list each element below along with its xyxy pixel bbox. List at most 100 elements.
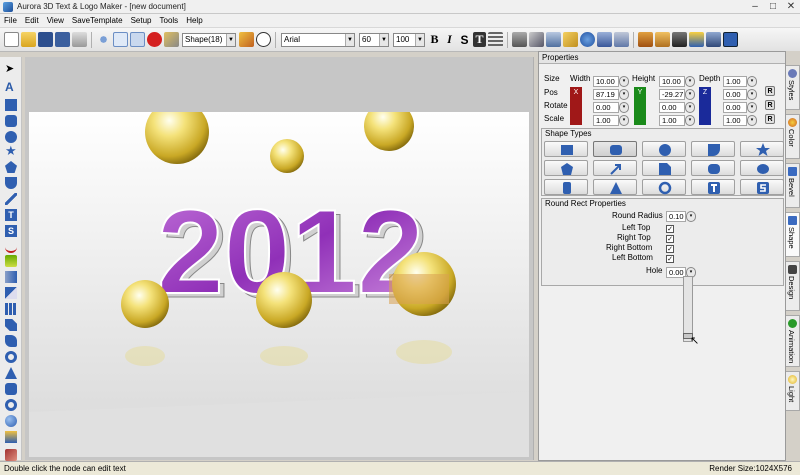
menu-edit[interactable]: Edit [21, 16, 43, 25]
rotate-x-spinner[interactable]: ▾ [619, 102, 629, 113]
group-icon[interactable] [597, 32, 612, 47]
shape-ring-button[interactable] [642, 179, 686, 195]
cone-tool-icon[interactable] [5, 367, 17, 379]
close-button[interactable]: ✕ [782, 0, 800, 14]
right-bottom-checkbox[interactable]: ✓ [666, 245, 674, 253]
pentagon-tool-icon[interactable] [5, 161, 17, 173]
scale-x-input[interactable]: 1.00 [593, 115, 619, 126]
shape-star-button[interactable] [740, 141, 784, 157]
tab-animation[interactable]: Animation [786, 315, 800, 367]
eraser-tool-icon[interactable] [5, 449, 17, 461]
import-model-icon[interactable] [5, 431, 17, 443]
shape-bevel-rect-button[interactable] [691, 160, 735, 176]
scale-z-spinner[interactable]: ▾ [747, 115, 757, 126]
text-outline-icon[interactable] [655, 32, 670, 47]
selected-round-rect[interactable] [389, 274, 449, 304]
menu-savetemplate[interactable]: SaveTemplate [68, 16, 127, 25]
shield-tool-icon[interactable] [5, 177, 17, 189]
menu-view[interactable]: View [43, 16, 68, 25]
menu-help[interactable]: Help [182, 16, 206, 25]
round-rect-tool-icon[interactable] [5, 115, 17, 127]
shape-triangle-button[interactable] [593, 179, 637, 195]
tab-color[interactable]: Color [786, 114, 800, 159]
tab-light[interactable]: Light [786, 371, 800, 411]
shape-select[interactable]: Shape(18) ▼ [182, 32, 236, 47]
shape-cylinder-button[interactable] [544, 179, 588, 195]
mirror-tool-icon[interactable] [5, 271, 17, 283]
left-bottom-checkbox[interactable]: ✓ [666, 255, 674, 263]
copy-object-icon[interactable] [546, 32, 561, 47]
ungroup-icon[interactable] [614, 32, 629, 47]
depth-spinner[interactable]: ▾ [747, 76, 757, 87]
shape-circle-button[interactable] [642, 141, 686, 157]
pos-z-input[interactable]: 0.00 [723, 89, 747, 100]
delete-icon[interactable] [147, 32, 162, 47]
rectangle-tool-icon[interactable] [5, 99, 17, 111]
bevel-tool-icon[interactable] [5, 335, 17, 347]
paste-icon[interactable] [130, 32, 145, 47]
hole-slider[interactable] [683, 276, 693, 342]
font-size-select[interactable]: 60 ▼ [359, 32, 389, 47]
pos-z-spinner[interactable]: ▾ [747, 89, 757, 100]
splitter[interactable] [533, 57, 537, 460]
view-front-icon[interactable] [512, 32, 527, 47]
height-input[interactable]: 10.00 [659, 76, 685, 87]
text-s-tool-icon[interactable]: S [5, 225, 17, 237]
extrude-tool-icon[interactable] [5, 319, 17, 331]
new-document-icon[interactable] [4, 32, 19, 47]
camera-icon[interactable] [529, 32, 544, 47]
scale-z-input[interactable]: 1.00 [723, 115, 747, 126]
gold-sphere[interactable] [270, 139, 304, 173]
rotate-y-spinner[interactable]: ▾ [685, 102, 695, 113]
depth-input[interactable]: 1.00 [723, 76, 747, 87]
text-3d-icon[interactable] [672, 32, 687, 47]
right-top-checkbox[interactable]: ✓ [666, 235, 674, 243]
cylinder-tool-icon[interactable] [5, 383, 17, 395]
gold-sphere[interactable] [121, 280, 169, 328]
save-as-icon[interactable] [55, 32, 70, 47]
pos-y-input[interactable]: -29.27 [659, 89, 685, 100]
save-icon[interactable] [38, 32, 53, 47]
image-tool-icon[interactable] [5, 255, 17, 267]
pencil-icon[interactable] [239, 32, 254, 47]
tab-styles[interactable]: Styles [786, 65, 800, 110]
render-icon[interactable] [706, 32, 721, 47]
select-pointer-icon[interactable]: ➤ [5, 63, 17, 75]
italic-button[interactable]: I [443, 32, 456, 47]
menu-tools[interactable]: Tools [156, 16, 183, 25]
tab-design[interactable]: Design [786, 261, 800, 311]
round-radius-input[interactable]: 0.10 [666, 211, 686, 222]
reset-rotate-button[interactable]: R [765, 100, 775, 110]
shape-text-s-button[interactable] [740, 179, 784, 195]
minimize-button[interactable]: – [746, 0, 764, 14]
scale-y-input[interactable]: 1.00 [659, 115, 685, 126]
maximize-button[interactable]: □ [764, 0, 782, 14]
menu-file[interactable]: File [0, 16, 21, 25]
shape-round-rect-button[interactable] [593, 141, 637, 157]
shape-rect-button[interactable] [544, 141, 588, 157]
chart-tool-icon[interactable] [5, 303, 17, 315]
tab-bevel[interactable]: Bevel [786, 163, 800, 208]
pos-x-input[interactable]: 87.19 [593, 89, 619, 100]
rotate-x-input[interactable]: 0.00 [593, 102, 619, 113]
rotate-z-spinner[interactable]: ▾ [747, 102, 757, 113]
open-folder-icon[interactable] [21, 32, 36, 47]
sphere-tool-icon[interactable] [5, 415, 17, 427]
tab-shape[interactable]: Shape [786, 212, 800, 257]
scale-select[interactable]: 100 ▼ [393, 32, 425, 47]
rotate-icon[interactable] [580, 32, 595, 47]
text-tool-icon[interactable]: A [5, 81, 17, 93]
menu-setup[interactable]: Setup [127, 16, 156, 25]
left-top-checkbox[interactable]: ✓ [666, 225, 674, 233]
rotate-z-input[interactable]: 0.00 [723, 102, 747, 113]
star-tool-icon[interactable]: ★ [5, 144, 17, 157]
shape-pentagon-button[interactable] [544, 160, 588, 176]
scale-y-spinner[interactable]: ▾ [685, 115, 695, 126]
text-style-button[interactable]: T [473, 32, 486, 47]
strike-button[interactable]: S [458, 33, 471, 47]
curve-tool-icon[interactable] [5, 241, 17, 253]
font-select[interactable]: Arial ▼ [281, 32, 355, 47]
fullscreen-icon[interactable] [723, 32, 738, 47]
shape-text-t-button[interactable] [691, 179, 735, 195]
3d-scene[interactable]: 2012 2012 [29, 112, 529, 457]
